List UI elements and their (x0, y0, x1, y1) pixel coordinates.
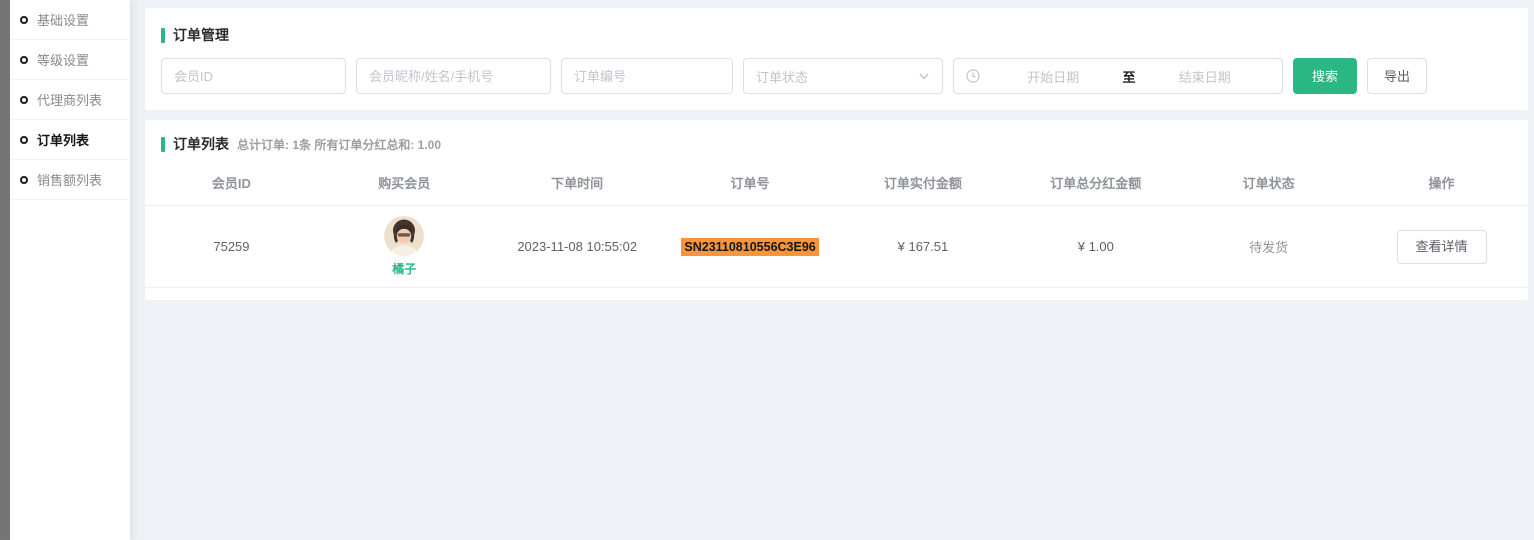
table-row: 75259 (145, 206, 1528, 288)
order-list-card: 订单列表 总计订单: 1条 所有订单分红总和: 1.00 会员ID 购买会员 下… (145, 120, 1528, 300)
end-date-placeholder[interactable]: 结束日期 (1140, 67, 1271, 86)
col-header-member-id: 会员ID (145, 173, 318, 192)
list-summary: 总计订单: 1条 所有订单分红总和: 1.00 (237, 136, 441, 153)
filter-row: 订单状态 开始日期 至 结束日期 搜索 导出 (161, 58, 1512, 94)
cell-order-status: 待发货 (1182, 237, 1355, 256)
start-date-placeholder[interactable]: 开始日期 (988, 67, 1119, 86)
sidebar: 基础设置 等级设置 代理商列表 订单列表 销售额列表 (10, 0, 130, 540)
date-separator: 至 (1119, 67, 1140, 86)
order-status-select[interactable]: 订单状态 (743, 58, 943, 94)
sidebar-item-label: 代理商列表 (37, 90, 102, 109)
order-no-input[interactable] (561, 58, 733, 94)
sidebar-item-label: 订单列表 (37, 130, 89, 149)
orders-table: 会员ID 购买会员 下单时间 订单号 订单实付金额 订单总分红金额 订单状态 操… (145, 160, 1528, 288)
avatar (384, 216, 424, 256)
order-no-highlighted: SN23110810556C3E96 (681, 238, 818, 256)
col-header-paid-amount: 订单实付金额 (837, 173, 1010, 192)
member-id-input[interactable] (161, 58, 346, 94)
sidebar-item-basic-settings[interactable]: 基础设置 (10, 0, 130, 40)
export-button[interactable]: 导出 (1367, 58, 1427, 94)
cell-order-time: 2023-11-08 10:55:02 (491, 239, 664, 254)
filter-section-title: 订单管理 (161, 25, 1512, 45)
col-header-buyer: 购买会员 (318, 173, 491, 192)
clock-icon (966, 69, 980, 83)
cell-actions: 查看详情 (1355, 230, 1528, 264)
list-section-title: 订单列表 总计订单: 1条 所有订单分红总和: 1.00 (145, 134, 1528, 154)
search-button[interactable]: 搜索 (1293, 58, 1357, 94)
cell-member-id: 75259 (145, 239, 318, 254)
cell-paid-amount: ¥ 167.51 (837, 239, 1010, 254)
date-range-picker[interactable]: 开始日期 至 结束日期 (953, 58, 1283, 94)
title-accent-bar (161, 137, 165, 152)
circle-icon (20, 96, 28, 104)
col-header-actions: 操作 (1355, 173, 1528, 192)
col-header-order-no: 订单号 (664, 173, 837, 192)
table-header-row: 会员ID 购买会员 下单时间 订单号 订单实付金额 订单总分红金额 订单状态 操… (145, 160, 1528, 206)
col-header-order-time: 下单时间 (491, 173, 664, 192)
sidebar-item-level-settings[interactable]: 等级设置 (10, 40, 130, 80)
sidebar-item-order-list[interactable]: 订单列表 (10, 120, 130, 160)
chevron-down-icon (918, 70, 930, 82)
main-content: 订单管理 订单状态 开始日期 至 结束日期 搜索 导出 (130, 0, 1534, 540)
buyer-nickname[interactable]: 橘子 (392, 260, 416, 277)
circle-icon (20, 136, 28, 144)
sidebar-item-label: 等级设置 (37, 50, 89, 69)
sidebar-item-label: 基础设置 (37, 10, 89, 29)
sidebar-item-sales-list[interactable]: 销售额列表 (10, 160, 130, 200)
cell-buyer: 橘子 (318, 210, 491, 283)
col-header-status: 订单状态 (1182, 173, 1355, 192)
circle-icon (20, 56, 28, 64)
member-info-input[interactable] (356, 58, 551, 94)
collapsed-nav-strip (0, 0, 10, 540)
col-header-commission: 订单总分红金额 (1009, 173, 1182, 192)
circle-icon (20, 16, 28, 24)
circle-icon (20, 176, 28, 184)
title-accent-bar (161, 28, 165, 43)
cell-order-no: SN23110810556C3E96 (664, 238, 837, 256)
sidebar-item-label: 销售额列表 (37, 170, 102, 189)
sidebar-item-agent-list[interactable]: 代理商列表 (10, 80, 130, 120)
filter-title-text: 订单管理 (173, 25, 229, 45)
order-filter-card: 订单管理 订单状态 开始日期 至 结束日期 搜索 导出 (145, 8, 1528, 110)
order-status-placeholder: 订单状态 (756, 67, 918, 86)
view-detail-button[interactable]: 查看详情 (1397, 230, 1487, 264)
cell-commission-amount: ¥ 1.00 (1009, 239, 1182, 254)
list-title-text: 订单列表 (173, 134, 229, 154)
